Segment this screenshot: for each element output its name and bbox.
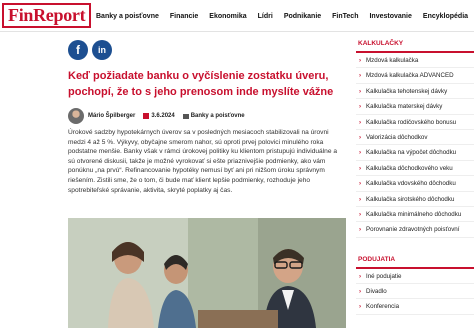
nav-item-banky[interactable]: Banky a poisťovne — [96, 13, 159, 20]
events-heading: PODUJATIA — [356, 248, 474, 269]
top-navigation-bar: FinReport Banky a poisťovne Financie Eko… — [0, 0, 474, 32]
sidebar-item-valorizacia[interactable]: Valorizácia dôchodkov — [356, 130, 474, 146]
sidebar-item-vypocet-dochodku[interactable]: Kalkulačka na výpočet dôchodku — [356, 145, 474, 161]
sidebar-item-materska[interactable]: Kalkulačka materskej dávky — [356, 99, 474, 115]
nav-item-lidri[interactable]: Lídri — [258, 13, 273, 20]
finreport-logo[interactable]: FinReport — [2, 3, 92, 28]
nav-item-financie[interactable]: Financie — [170, 13, 198, 20]
article-date: 3.6.2024 — [151, 113, 175, 119]
sidebar-item-mzdova-advanced[interactable]: Mzdová kalkulačka ADVANCED — [356, 68, 474, 84]
sidebar-item-sirotsky[interactable]: Kalkulačka sirotského dôchodku — [356, 192, 474, 207]
article-body: Úrokové sadzby hypotekárnych úverov sa v… — [68, 129, 338, 194]
sidebar-item-konferencia[interactable]: Konferencia — [356, 299, 474, 315]
linkedin-share-button[interactable]: in — [92, 40, 112, 60]
sidebar-item-divadlo[interactable]: Divadlo — [356, 284, 474, 300]
sidebar-item-minimalny[interactable]: Kalkulačka minimálneho dôchodku — [356, 207, 474, 223]
sidebar-item-vdovsky[interactable]: Kalkulačka vdovského dôchodku — [356, 176, 474, 192]
sidebar-item-mzdova[interactable]: Mzdová kalkulačka — [356, 53, 474, 69]
article-meta: Mário Špilberger 3.6.2024 Banky a poisťo… — [68, 107, 245, 125]
sidebar-item-dochodkovy-vek[interactable]: Kalkulačka dôchodkového veku — [356, 161, 474, 177]
nav-item-ekonomika[interactable]: Ekonomika — [209, 13, 246, 20]
article-photo — [68, 218, 346, 328]
folder-icon — [182, 113, 189, 119]
sidebar-item-ine-podujatie[interactable]: Iné podujatie — [356, 269, 474, 284]
nav-item-investovanie[interactable]: Investovanie — [369, 13, 411, 20]
nav-item-encyklopedia[interactable]: Encyklopédia — [423, 13, 468, 20]
calendar-icon — [143, 113, 150, 119]
main-nav: Banky a poisťovne Financie Ekonomika Líd… — [96, 0, 474, 32]
sidebar: KALKULAČKY Mzdová kalkulačka Mzdová kalk… — [356, 32, 474, 315]
calculators-list: Mzdová kalkulačka Mzdová kalkulačka ADVA… — [356, 53, 474, 238]
sidebar-item-tehotenska[interactable]: Kalkulačka tehotenskej dávky — [356, 84, 474, 100]
linkedin-icon: in — [98, 45, 106, 55]
nav-item-fintech[interactable]: FinTech — [332, 13, 358, 20]
nav-item-podnikanie[interactable]: Podnikanie — [284, 13, 321, 20]
facebook-icon: f — [76, 43, 80, 57]
meeting-photo-illustration — [68, 218, 346, 328]
calculators-heading: KALKULAČKY — [356, 32, 474, 53]
author-avatar — [68, 108, 84, 124]
author-name[interactable]: Mário Špilberger — [88, 113, 135, 119]
sidebar-item-rodicovsky-bonus[interactable]: Kalkulačka rodičovského bonusu — [356, 115, 474, 130]
sidebar-item-zdravotne-poistovne[interactable]: Porovnanie zdravotných poisťovní — [356, 222, 474, 238]
article-title: Keď požiadate banku o vyčíslenie zostatk… — [68, 70, 334, 98]
facebook-share-button[interactable]: f — [68, 40, 88, 60]
events-list: Iné podujatie Divadlo Konferencia — [356, 269, 474, 315]
article-category[interactable]: Banky a poisťovne — [191, 113, 245, 119]
